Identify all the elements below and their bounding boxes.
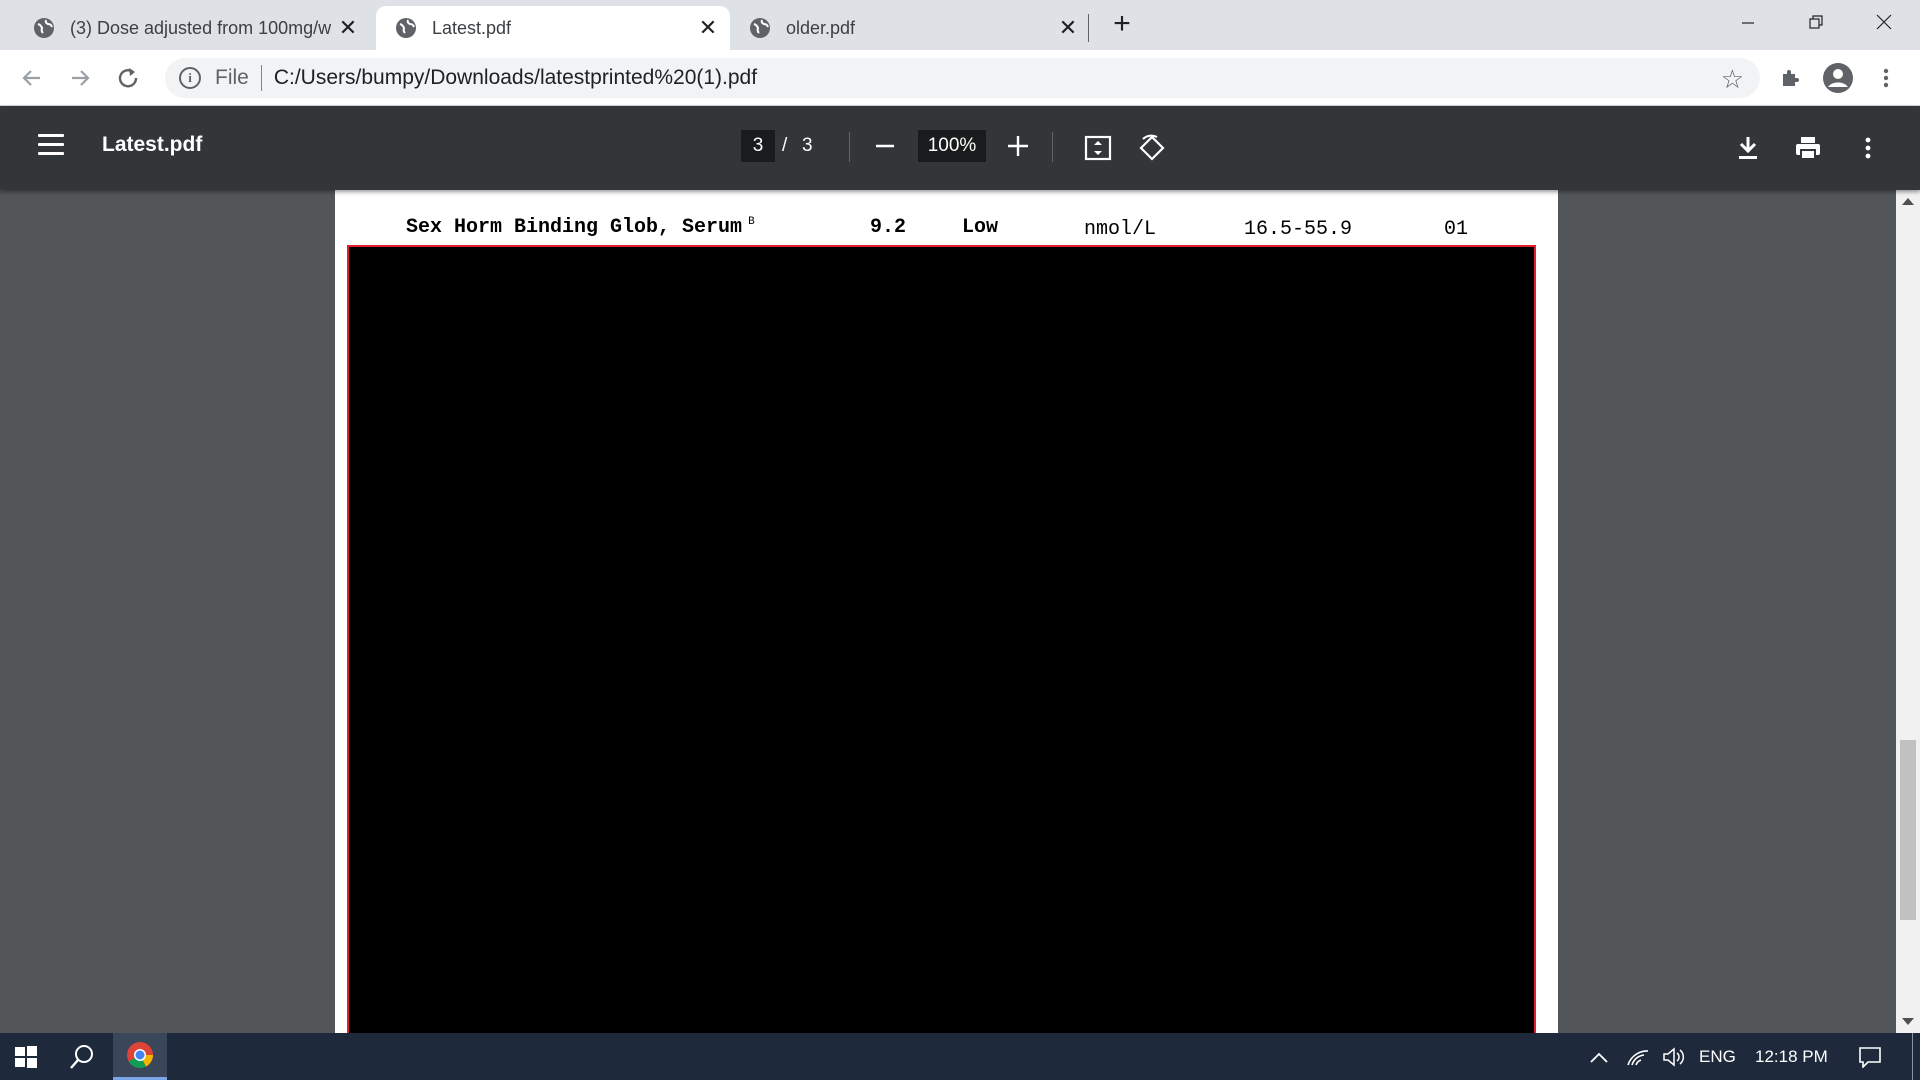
tab-older-pdf[interactable]: older.pdf ✕ xyxy=(730,6,1090,50)
arrow-left-icon xyxy=(22,70,40,86)
tab-title: (3) Dose adjusted from 100mg/w xyxy=(70,17,332,38)
menu-icon[interactable] xyxy=(38,134,64,156)
pdf-title: Latest.pdf xyxy=(102,133,203,156)
taskbar: ENG 12:18 PM xyxy=(0,1033,1920,1080)
browser-toolbar: i File C:/Users/bumpy/Downloads/latestpr… xyxy=(0,50,1920,106)
redaction-block xyxy=(347,245,1536,1033)
globe-icon xyxy=(34,18,54,38)
test-flag: Low xyxy=(962,216,999,239)
new-tab-button[interactable]: + xyxy=(1107,9,1137,40)
restore-button[interactable] xyxy=(1782,0,1850,44)
forward-button[interactable] xyxy=(64,62,96,94)
account-icon xyxy=(1823,63,1853,93)
extensions-button[interactable] xyxy=(1774,62,1806,94)
profile-button[interactable] xyxy=(1822,62,1854,94)
globe-icon xyxy=(750,18,770,38)
show-desktop-divider[interactable] xyxy=(1912,1033,1913,1080)
test-value: 9.2 xyxy=(870,216,907,239)
tab-strip: (3) Dose adjusted from 100mg/w ✕ Latest.… xyxy=(0,0,1920,50)
restore-icon xyxy=(1809,15,1823,29)
rotate-button[interactable] xyxy=(1134,130,1170,166)
tab-title: older.pdf xyxy=(786,17,856,38)
back-button[interactable] xyxy=(16,62,48,94)
puzzle-icon xyxy=(1783,70,1799,86)
tab-dose-adjusted[interactable]: (3) Dose adjusted from 100mg/w ✕ xyxy=(14,6,370,50)
start-button[interactable] xyxy=(0,1033,52,1080)
print-button[interactable] xyxy=(1790,130,1826,166)
download-button[interactable] xyxy=(1730,130,1766,166)
print-icon xyxy=(1796,137,1820,160)
scrollbar[interactable] xyxy=(1896,190,1920,1033)
chevron-up-icon xyxy=(1590,1052,1608,1063)
reload-button[interactable] xyxy=(112,62,144,94)
windows-icon xyxy=(15,1045,37,1068)
action-center-button[interactable] xyxy=(1852,1033,1888,1080)
speaker-icon xyxy=(1663,1046,1685,1067)
wifi-icon xyxy=(1627,1049,1649,1065)
page-number-input[interactable]: 3 xyxy=(741,130,775,162)
address-bar[interactable]: i File C:/Users/bumpy/Downloads/latestpr… xyxy=(165,58,1760,98)
scroll-down-arrow[interactable] xyxy=(1902,1018,1914,1025)
more-vert-icon xyxy=(1883,68,1889,88)
fit-page-icon xyxy=(1084,135,1112,161)
close-icon[interactable]: ✕ xyxy=(694,14,722,42)
notification-icon xyxy=(1859,1046,1881,1068)
pdf-more-button[interactable] xyxy=(1850,130,1886,166)
test-name: Sex Horm Binding Glob, Serum B xyxy=(406,216,755,239)
search-icon xyxy=(70,1044,93,1069)
tab-divider xyxy=(1088,14,1089,42)
bookmark-star-icon[interactable]: ☆ xyxy=(1721,64,1744,95)
pdf-viewport[interactable]: Sex Horm Binding Glob, Serum B 9.2 Low nm… xyxy=(0,190,1920,1033)
zoom-out-button[interactable] xyxy=(868,128,902,164)
chrome-icon xyxy=(127,1042,153,1068)
minimize-icon xyxy=(1742,22,1754,24)
tab-latest-pdf[interactable]: Latest.pdf ✕ xyxy=(376,6,730,50)
rotate-icon xyxy=(1139,134,1165,161)
test-reference-range: 16.5-55.9 xyxy=(1244,218,1353,241)
download-icon xyxy=(1739,137,1757,159)
pdf-page: Sex Horm Binding Glob, Serum B 9.2 Low nm… xyxy=(335,190,1558,1033)
plus-icon xyxy=(1008,136,1028,156)
test-units: nmol/L xyxy=(1084,218,1157,241)
tray-overflow-button[interactable] xyxy=(1582,1033,1616,1080)
tab-title: Latest.pdf xyxy=(432,17,512,38)
toolbar-divider xyxy=(849,132,850,162)
page-separator: / xyxy=(782,135,788,156)
window-close-button[interactable] xyxy=(1850,0,1918,44)
page-total: 3 xyxy=(802,135,813,156)
toolbar-divider xyxy=(1052,132,1053,162)
pdf-toolbar: Latest.pdf 3 / 3 100% xyxy=(0,106,1920,190)
network-button[interactable] xyxy=(1620,1033,1656,1080)
close-icon xyxy=(1876,14,1892,30)
minus-icon xyxy=(876,144,894,148)
search-button[interactable] xyxy=(56,1033,108,1080)
url-scheme: File xyxy=(215,66,249,89)
close-icon[interactable]: ✕ xyxy=(334,14,362,42)
language-indicator[interactable]: ENG xyxy=(1699,1047,1736,1067)
test-lab-code: 01 xyxy=(1444,218,1469,241)
globe-icon xyxy=(396,18,416,38)
url-divider xyxy=(260,65,262,91)
browser-menu-button[interactable] xyxy=(1870,62,1902,94)
taskbar-chrome[interactable] xyxy=(113,1033,167,1080)
reload-icon xyxy=(118,68,138,88)
zoom-input[interactable]: 100% xyxy=(918,130,986,162)
more-vert-icon xyxy=(1865,137,1871,159)
info-icon[interactable]: i xyxy=(179,67,201,89)
clock[interactable]: 12:18 PM xyxy=(1755,1047,1828,1067)
test-superscript: B xyxy=(748,216,755,229)
scroll-up-arrow[interactable] xyxy=(1902,198,1914,205)
scrollbar-thumb[interactable] xyxy=(1900,739,1916,920)
close-icon[interactable]: ✕ xyxy=(1054,14,1082,42)
minimize-button[interactable] xyxy=(1714,0,1782,44)
zoom-in-button[interactable] xyxy=(1001,128,1035,164)
url-text[interactable]: C:/Users/bumpy/Downloads/latestprinted%2… xyxy=(274,66,757,90)
volume-button[interactable] xyxy=(1656,1033,1692,1080)
fit-to-page-button[interactable] xyxy=(1080,130,1116,166)
arrow-right-icon xyxy=(72,70,90,86)
